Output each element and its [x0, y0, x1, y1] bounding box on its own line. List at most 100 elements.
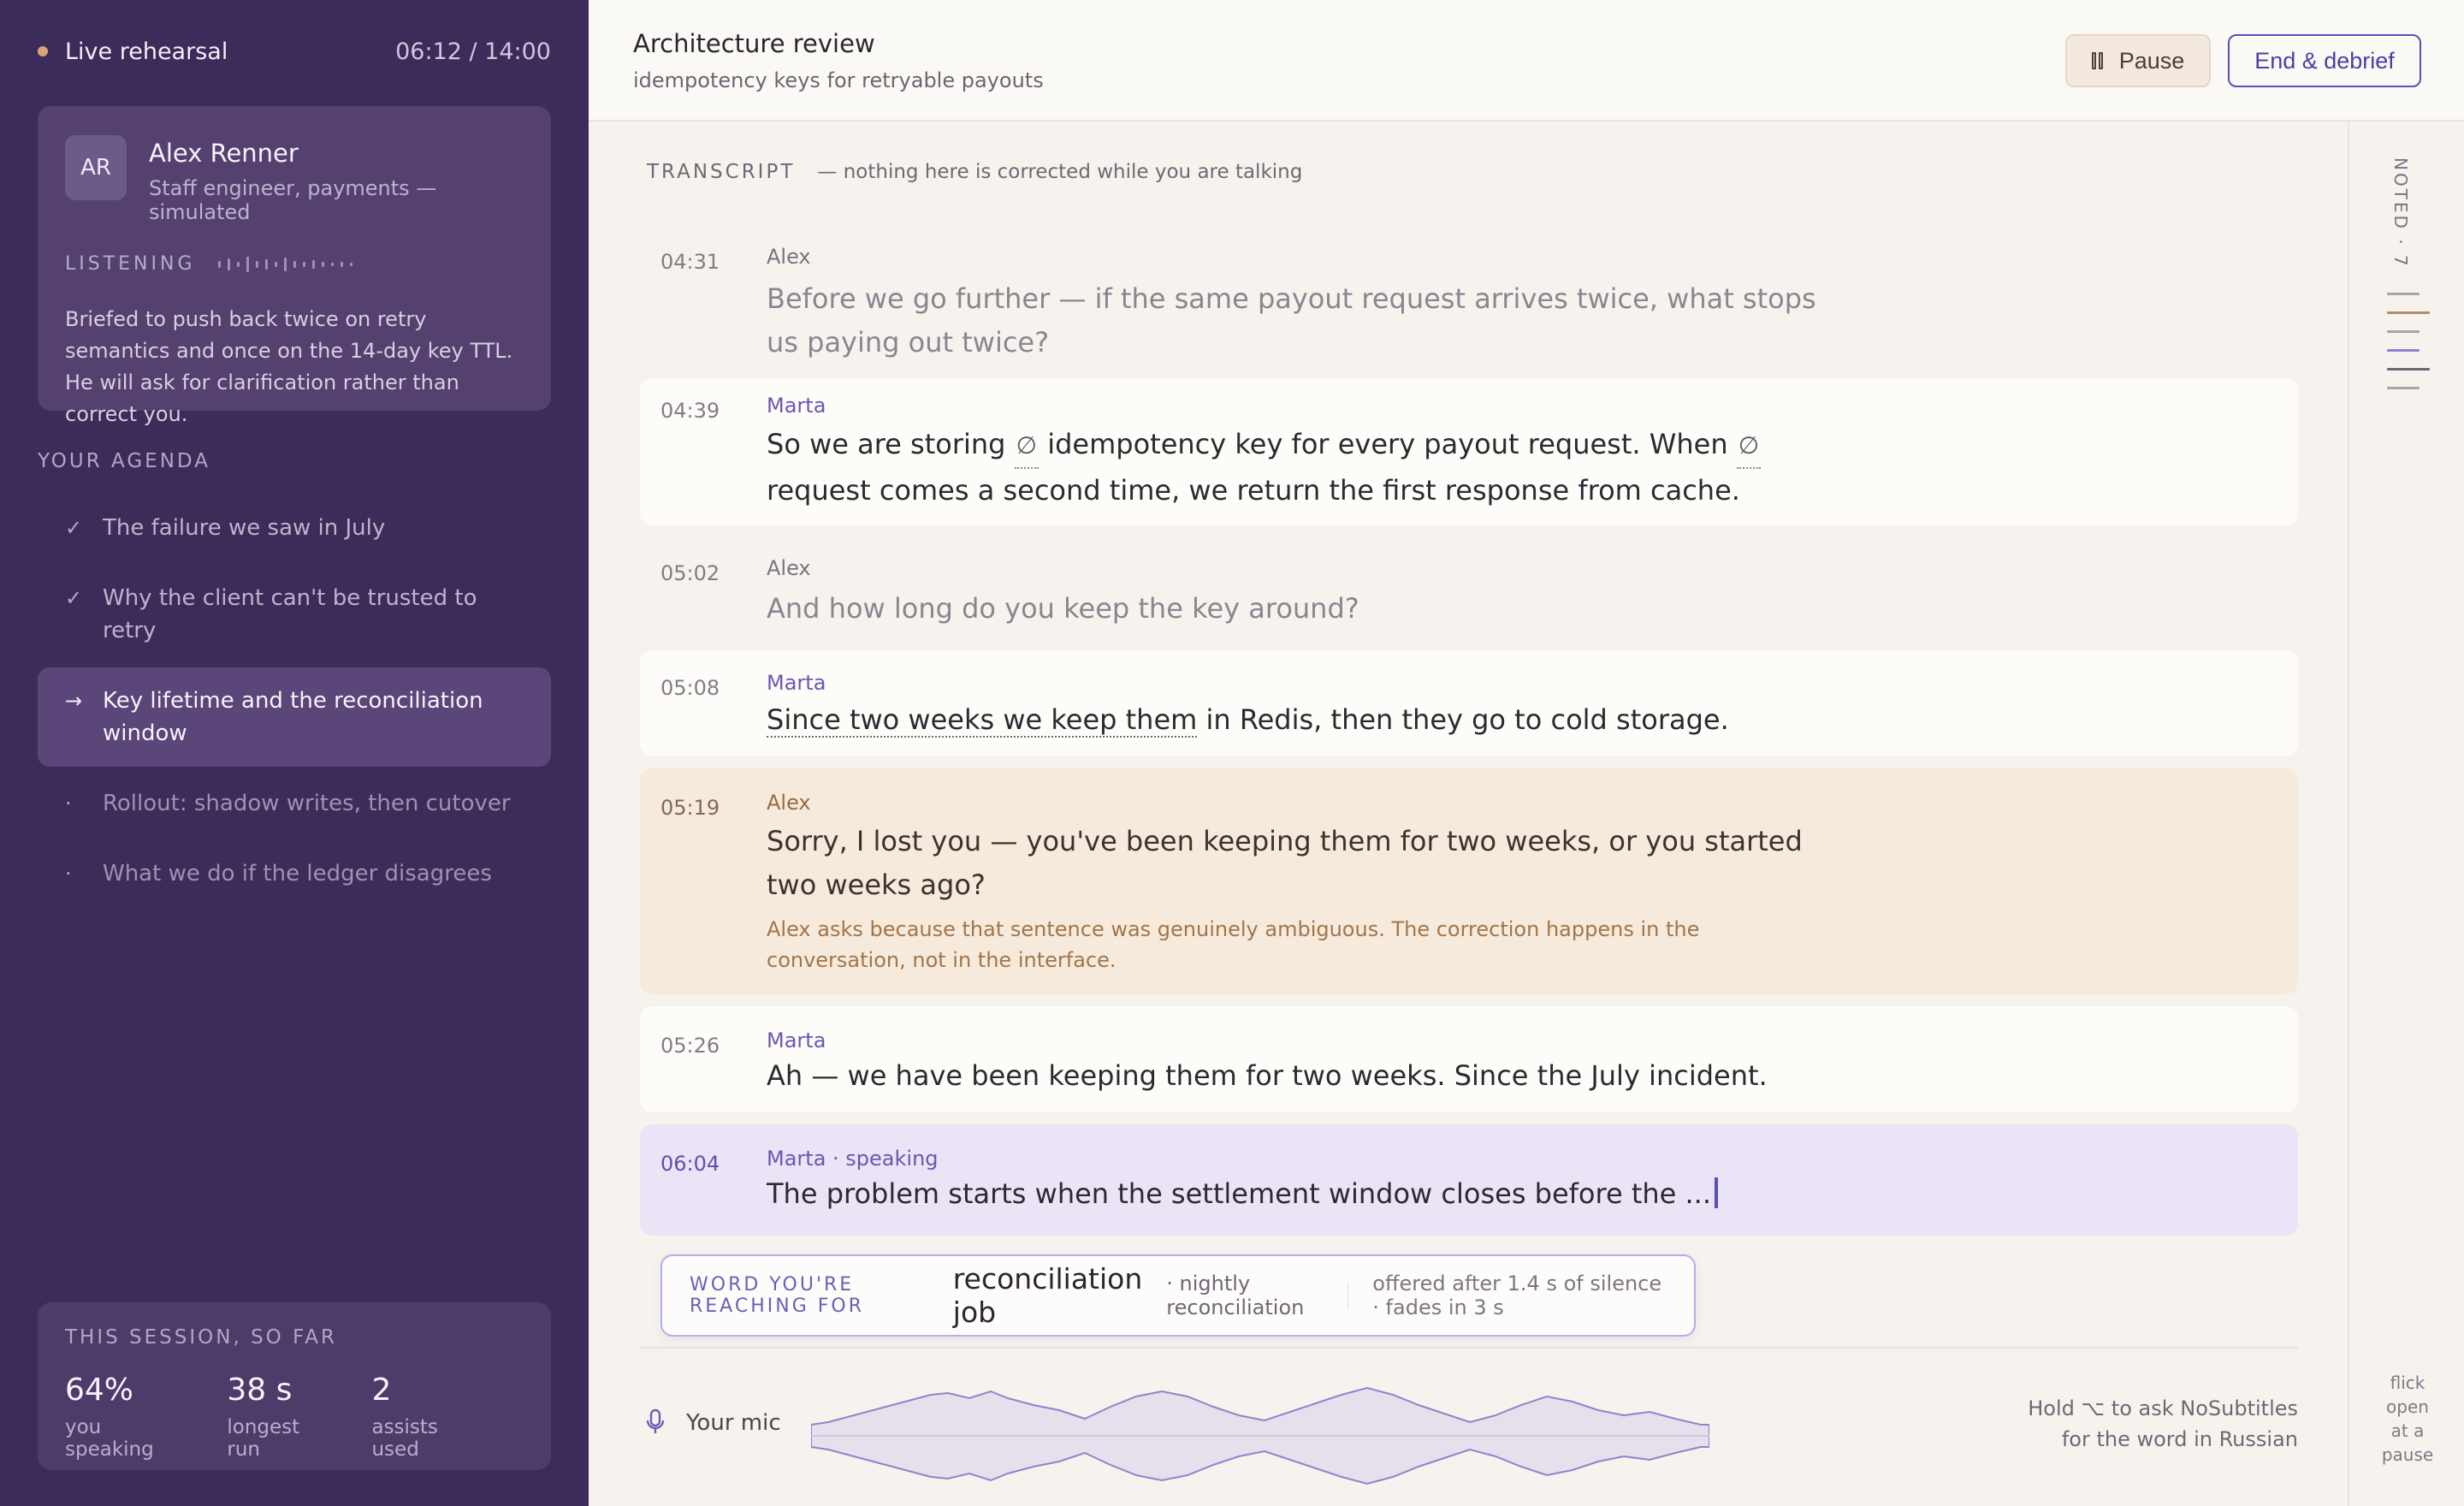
mic-hint-line: for the word in Russian — [2061, 1427, 2298, 1451]
turn-time: 05:19 — [660, 796, 720, 820]
stats-title: THIS SESSION, SO FAR — [65, 1326, 337, 1349]
main-panel: Architecture review idempotency keys for… — [589, 0, 2464, 1506]
turn-text: So we are storing ∅ idempotency key for … — [767, 423, 1845, 513]
agenda-list: ✓ The failure we saw in July ✓ Why the c… — [38, 495, 551, 910]
ambiguous-phrase: Since two weeks we keep them — [767, 703, 1198, 738]
alternative-word[interactable]: · nightly reconciliation — [1166, 1272, 1324, 1319]
mic-label: Your mic — [686, 1410, 781, 1436]
live-status-label: Live rehearsal — [65, 38, 228, 65]
turn-speaker: Alex — [767, 245, 811, 269]
turn-text-part: idempotency key for every payout request… — [1047, 428, 1728, 460]
noted-mark[interactable] — [2387, 349, 2420, 352]
clarification-turn: 05:19 Alex Sorry, I lost you — you've be… — [640, 768, 2298, 994]
agenda-item[interactable]: ✓ The failure we saw in July — [38, 495, 551, 561]
noted-mark[interactable] — [2387, 330, 2420, 333]
page-subtitle: idempotency keys for retryable payouts — [633, 68, 1044, 92]
stat-label: longest run — [227, 1416, 300, 1461]
turn-speaker: Marta — [767, 1029, 826, 1052]
turn-text: Since two weeks we keep them in Redis, t… — [767, 698, 1845, 742]
end-debrief-button[interactable]: End & debrief — [2228, 34, 2421, 87]
turn-text-part: So we are storing — [767, 428, 1006, 460]
flick-hint: flick open at a pause — [2349, 1371, 2464, 1467]
pause-label: Pause — [2118, 47, 2185, 74]
mic-waveform — [811, 1386, 1709, 1485]
missing-article-marker: ∅ — [1014, 424, 1040, 469]
noted-mark[interactable] — [2387, 293, 2420, 295]
avatar: AR — [65, 135, 127, 200]
agenda-item[interactable]: · What we do if the ledger disagrees — [38, 840, 551, 907]
session-timer: 06:12 / 14:00 — [395, 38, 551, 65]
pause-icon — [2091, 52, 2106, 69]
agenda-item-label: Key lifetime and the reconciliation wind… — [103, 688, 483, 746]
transcript-turn: 05:02 Alex And how long do you keep the … — [640, 531, 2298, 638]
turn-time: 06:04 — [660, 1152, 720, 1176]
clarification-note: Alex asks because that sentence was genu… — [767, 917, 1700, 972]
flick-hint-line: pause — [2381, 1444, 2434, 1465]
bullet-icon: · — [65, 792, 72, 815]
stat-value: 38 s — [227, 1373, 293, 1408]
turn-text: Ah — we have been keeping them for two w… — [767, 1059, 1768, 1092]
turn-time: 05:02 — [660, 561, 720, 585]
sidebar: Live rehearsal 06:12 / 14:00 AR Alex Ren… — [0, 0, 589, 1506]
word-suggestion[interactable]: WORD YOU'RE REACHING FOR reconciliation … — [660, 1254, 1696, 1337]
agenda-item[interactable]: ✓ Why the client can't be trusted to ret… — [38, 565, 551, 664]
suggested-word[interactable]: reconciliation job — [953, 1262, 1142, 1329]
pause-button[interactable]: Pause — [2065, 34, 2211, 87]
missing-article-marker: ∅ — [1736, 424, 1762, 469]
persona-name: Alex Renner — [148, 139, 299, 168]
live-dot-icon — [38, 46, 48, 56]
turn-time: 05:26 — [660, 1034, 720, 1058]
flick-hint-line: at a — [2390, 1420, 2425, 1441]
app-window: Live rehearsal 06:12 / 14:00 AR Alex Ren… — [0, 0, 2464, 1506]
noted-rail[interactable]: NOTED · 7 flick open at a pause — [2348, 122, 2464, 1506]
transcript-note: — nothing here is corrected while you ar… — [817, 161, 1303, 183]
turn-text: And how long do you keep the key around? — [767, 592, 1359, 625]
mic-icon — [645, 1408, 666, 1439]
flick-hint-line: flick — [2390, 1373, 2426, 1393]
turn-speaker: Marta — [767, 671, 826, 695]
stat-assists: 2 assists used — [371, 1373, 479, 1461]
bullet-icon: · — [65, 862, 72, 886]
live-status: Live rehearsal — [38, 39, 228, 65]
transcript-label: TRANSCRIPT — [647, 161, 796, 183]
noted-mark[interactable] — [2387, 387, 2420, 389]
stat-label: you speaking — [65, 1416, 154, 1461]
check-icon: ✓ — [65, 586, 83, 610]
page-title: Architecture review — [633, 29, 875, 58]
transcript-turn: 05:08 Marta Since two weeks we keep them… — [640, 650, 2298, 756]
live-turn: 06:04 Marta · speaking The problem start… — [640, 1124, 2298, 1236]
page-header: Architecture review idempotency keys for… — [589, 0, 2464, 122]
agenda-title: YOUR AGENDA — [38, 450, 210, 472]
turn-text: Before we go further — if the same payou… — [767, 282, 1816, 359]
check-icon: ✓ — [65, 516, 83, 540]
agenda-item-active[interactable]: → Key lifetime and the reconciliation wi… — [38, 667, 551, 767]
turn-speaker: Marta — [767, 394, 826, 418]
noted-count: NOTED · 7 — [2390, 157, 2411, 269]
turn-time: 04:31 — [660, 250, 720, 274]
listening-indicator: LISTENING — [65, 253, 524, 275]
text-caret — [1715, 1177, 1719, 1208]
turn-speaker: Alex — [767, 556, 811, 580]
noted-mark[interactable] — [2387, 311, 2430, 314]
stat-label: assists used — [371, 1416, 438, 1461]
flick-hint-line: open — [2386, 1396, 2429, 1417]
noted-mark[interactable] — [2387, 368, 2430, 371]
turn-speaker: Marta · speaking — [767, 1147, 939, 1171]
turn-speaker: Alex — [767, 791, 811, 815]
persona-role: Staff engineer, payments — simulated — [148, 176, 437, 224]
agenda-item[interactable]: · Rollout: shadow writes, then cutover — [38, 770, 551, 837]
suggestion-label: WORD YOU'RE REACHING FOR — [690, 1274, 864, 1317]
noted-marks[interactable] — [2387, 293, 2430, 406]
stat-speaking: 64% you speaking — [65, 1373, 182, 1461]
transcript-turn: 04:39 Marta So we are storing ∅ idempote… — [640, 378, 2298, 525]
turn-text: The problem starts when the settlement w… — [767, 1172, 1845, 1216]
turn-text-part: The problem starts when the settlement w… — [767, 1177, 1712, 1210]
listening-label: LISTENING — [65, 253, 196, 275]
agenda-item-label: Why the client can't be trusted to retry — [103, 585, 477, 643]
session-stats: THIS SESSION, SO FAR 64% you speaking 38… — [38, 1302, 551, 1470]
turn-text: Sorry, I lost you — you've been keeping … — [767, 825, 1803, 901]
turn-text-part: request comes a second time, we return t… — [767, 474, 1740, 507]
session-bar: Live rehearsal 06:12 / 14:00 — [38, 36, 551, 67]
persona-brief: Briefed to push back twice on retry sema… — [65, 307, 513, 426]
turn-text-part: in Redis, then they go to cold storage. — [1205, 703, 1729, 736]
